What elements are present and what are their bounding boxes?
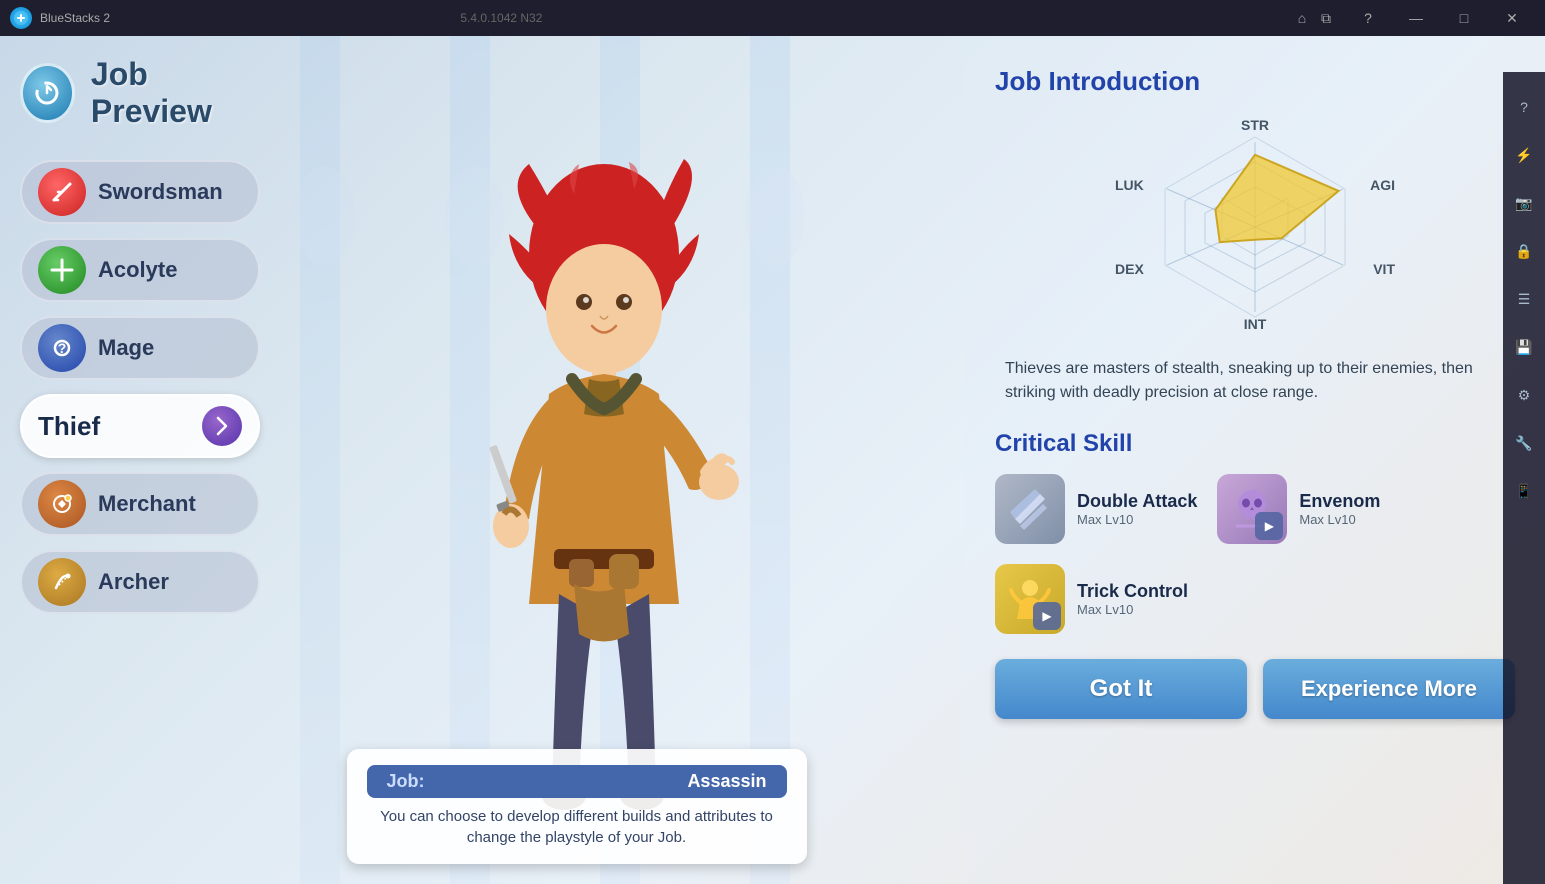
copy-icon[interactable]: ⧉ <box>1317 9 1335 27</box>
edge-icon-save[interactable]: 💾 <box>1509 332 1539 362</box>
job-tooltip-header: Job: Assassin <box>367 765 787 798</box>
envenom-info: Envenom Max Lv10 <box>1299 491 1380 527</box>
edge-icon-mobile[interactable]: 📱 <box>1509 476 1539 506</box>
skill-item-double-attack: Double Attack Max Lv10 <box>995 474 1197 544</box>
right-edge-panel: ? ⚡ 📷 🔒 ☰ 💾 ⚙ 🔧 📱 <box>1503 72 1545 884</box>
edge-icon-menu[interactable]: ☰ <box>1509 284 1539 314</box>
swordsman-label: Swordsman <box>98 179 242 205</box>
merchant-icon <box>38 480 86 528</box>
double-attack-icon <box>995 474 1065 544</box>
edge-icon-lightning[interactable]: ⚡ <box>1509 140 1539 170</box>
double-attack-info: Double Attack Max Lv10 <box>1077 491 1197 527</box>
got-it-button[interactable]: Got It <box>995 659 1247 719</box>
home-icon[interactable]: ⌂ <box>1293 9 1311 27</box>
right-panel: Job Introduction STR AGI VIT INT DEX LUK <box>965 36 1545 884</box>
svg-text:?: ? <box>58 340 67 356</box>
radar-chart: STR AGI VIT INT DEX LUK <box>1105 117 1405 337</box>
job-item-acolyte[interactable]: Acolyte <box>20 238 260 302</box>
app-version: 5.4.0.1042 N32 <box>460 11 876 25</box>
job-value-text: Assassin <box>687 771 766 792</box>
double-attack-name: Double Attack <box>1077 491 1197 512</box>
archer-icon <box>38 558 86 606</box>
merchant-label: Merchant <box>98 491 242 517</box>
experience-more-button[interactable]: Experience More <box>1263 659 1515 719</box>
acolyte-icon <box>38 246 86 294</box>
title-bar: BlueStacks 2 5.4.0.1042 N32 ⌂ ⧉ ? — □ ✕ <box>0 0 1545 36</box>
game-window: Job Preview Swordsman <box>0 36 1545 884</box>
archer-label: Archer <box>98 569 242 595</box>
job-list: Swordsman Acolyte ? <box>20 160 260 614</box>
page-title: Job Preview <box>91 56 260 130</box>
close-button[interactable]: ✕ <box>1489 0 1535 36</box>
envenom-play-btn[interactable]: ▶ <box>1255 512 1283 540</box>
job-introduction-title: Job Introduction <box>995 66 1515 97</box>
job-item-swordsman[interactable]: Swordsman <box>20 160 260 224</box>
minimize-button[interactable]: — <box>1393 0 1439 36</box>
job-tooltip: Job: Assassin You can choose to develop … <box>347 749 807 864</box>
mage-label: Mage <box>98 335 242 361</box>
thief-label: Thief <box>38 411 190 442</box>
job-tooltip-description: You can choose to develop different buil… <box>367 806 787 848</box>
job-label-text: Job: <box>387 771 425 792</box>
trick-control-icon: ▶ <box>995 564 1065 634</box>
envenom-name: Envenom <box>1299 491 1380 512</box>
page-icon <box>20 63 75 123</box>
bottom-buttons: Got It Experience More <box>995 659 1515 719</box>
thief-selected-badge <box>202 406 242 446</box>
help-button[interactable]: ? <box>1345 0 1391 36</box>
job-item-mage[interactable]: ? Mage <box>20 316 260 380</box>
character-figure <box>414 154 794 814</box>
job-item-archer[interactable]: Archer <box>20 550 260 614</box>
skills-grid: Double Attack Max Lv10 <box>995 474 1515 634</box>
trick-control-level: Max Lv10 <box>1077 602 1188 617</box>
trick-control-info: Trick Control Max Lv10 <box>1077 581 1188 617</box>
trick-control-play-btn[interactable]: ▶ <box>1033 602 1061 630</box>
job-description: Thieves are masters of stealth, sneaking… <box>995 357 1515 405</box>
job-item-thief[interactable]: Thief <box>20 394 260 458</box>
acolyte-label: Acolyte <box>98 257 242 283</box>
edge-icon-tools[interactable]: 🔧 <box>1509 428 1539 458</box>
envenom-icon: ▶ <box>1217 474 1287 544</box>
skill-item-trick-control: ▶ Trick Control Max Lv10 <box>995 564 1188 634</box>
left-sidebar: Job Preview Swordsman <box>0 36 280 884</box>
edge-icon-lock[interactable]: 🔒 <box>1509 236 1539 266</box>
mage-icon: ? <box>38 324 86 372</box>
job-item-merchant[interactable]: Merchant <box>20 472 260 536</box>
restore-button[interactable]: □ <box>1441 0 1487 36</box>
double-attack-level: Max Lv10 <box>1077 512 1197 527</box>
edge-icon-settings[interactable]: ⚙ <box>1509 380 1539 410</box>
character-area: Job: Assassin You can choose to develop … <box>280 36 965 884</box>
critical-skill-title: Critical Skill <box>995 430 1515 458</box>
app-logo <box>10 7 32 29</box>
envenom-level: Max Lv10 <box>1299 512 1380 527</box>
swordsman-icon <box>38 168 86 216</box>
skill-item-envenom: ▶ Envenom Max Lv10 <box>1217 474 1380 544</box>
app-title: BlueStacks 2 <box>40 11 456 25</box>
page-header: Job Preview <box>20 56 260 130</box>
trick-control-name: Trick Control <box>1077 581 1188 602</box>
edge-icon-help[interactable]: ? <box>1509 92 1539 122</box>
edge-icon-camera[interactable]: 📷 <box>1509 188 1539 218</box>
